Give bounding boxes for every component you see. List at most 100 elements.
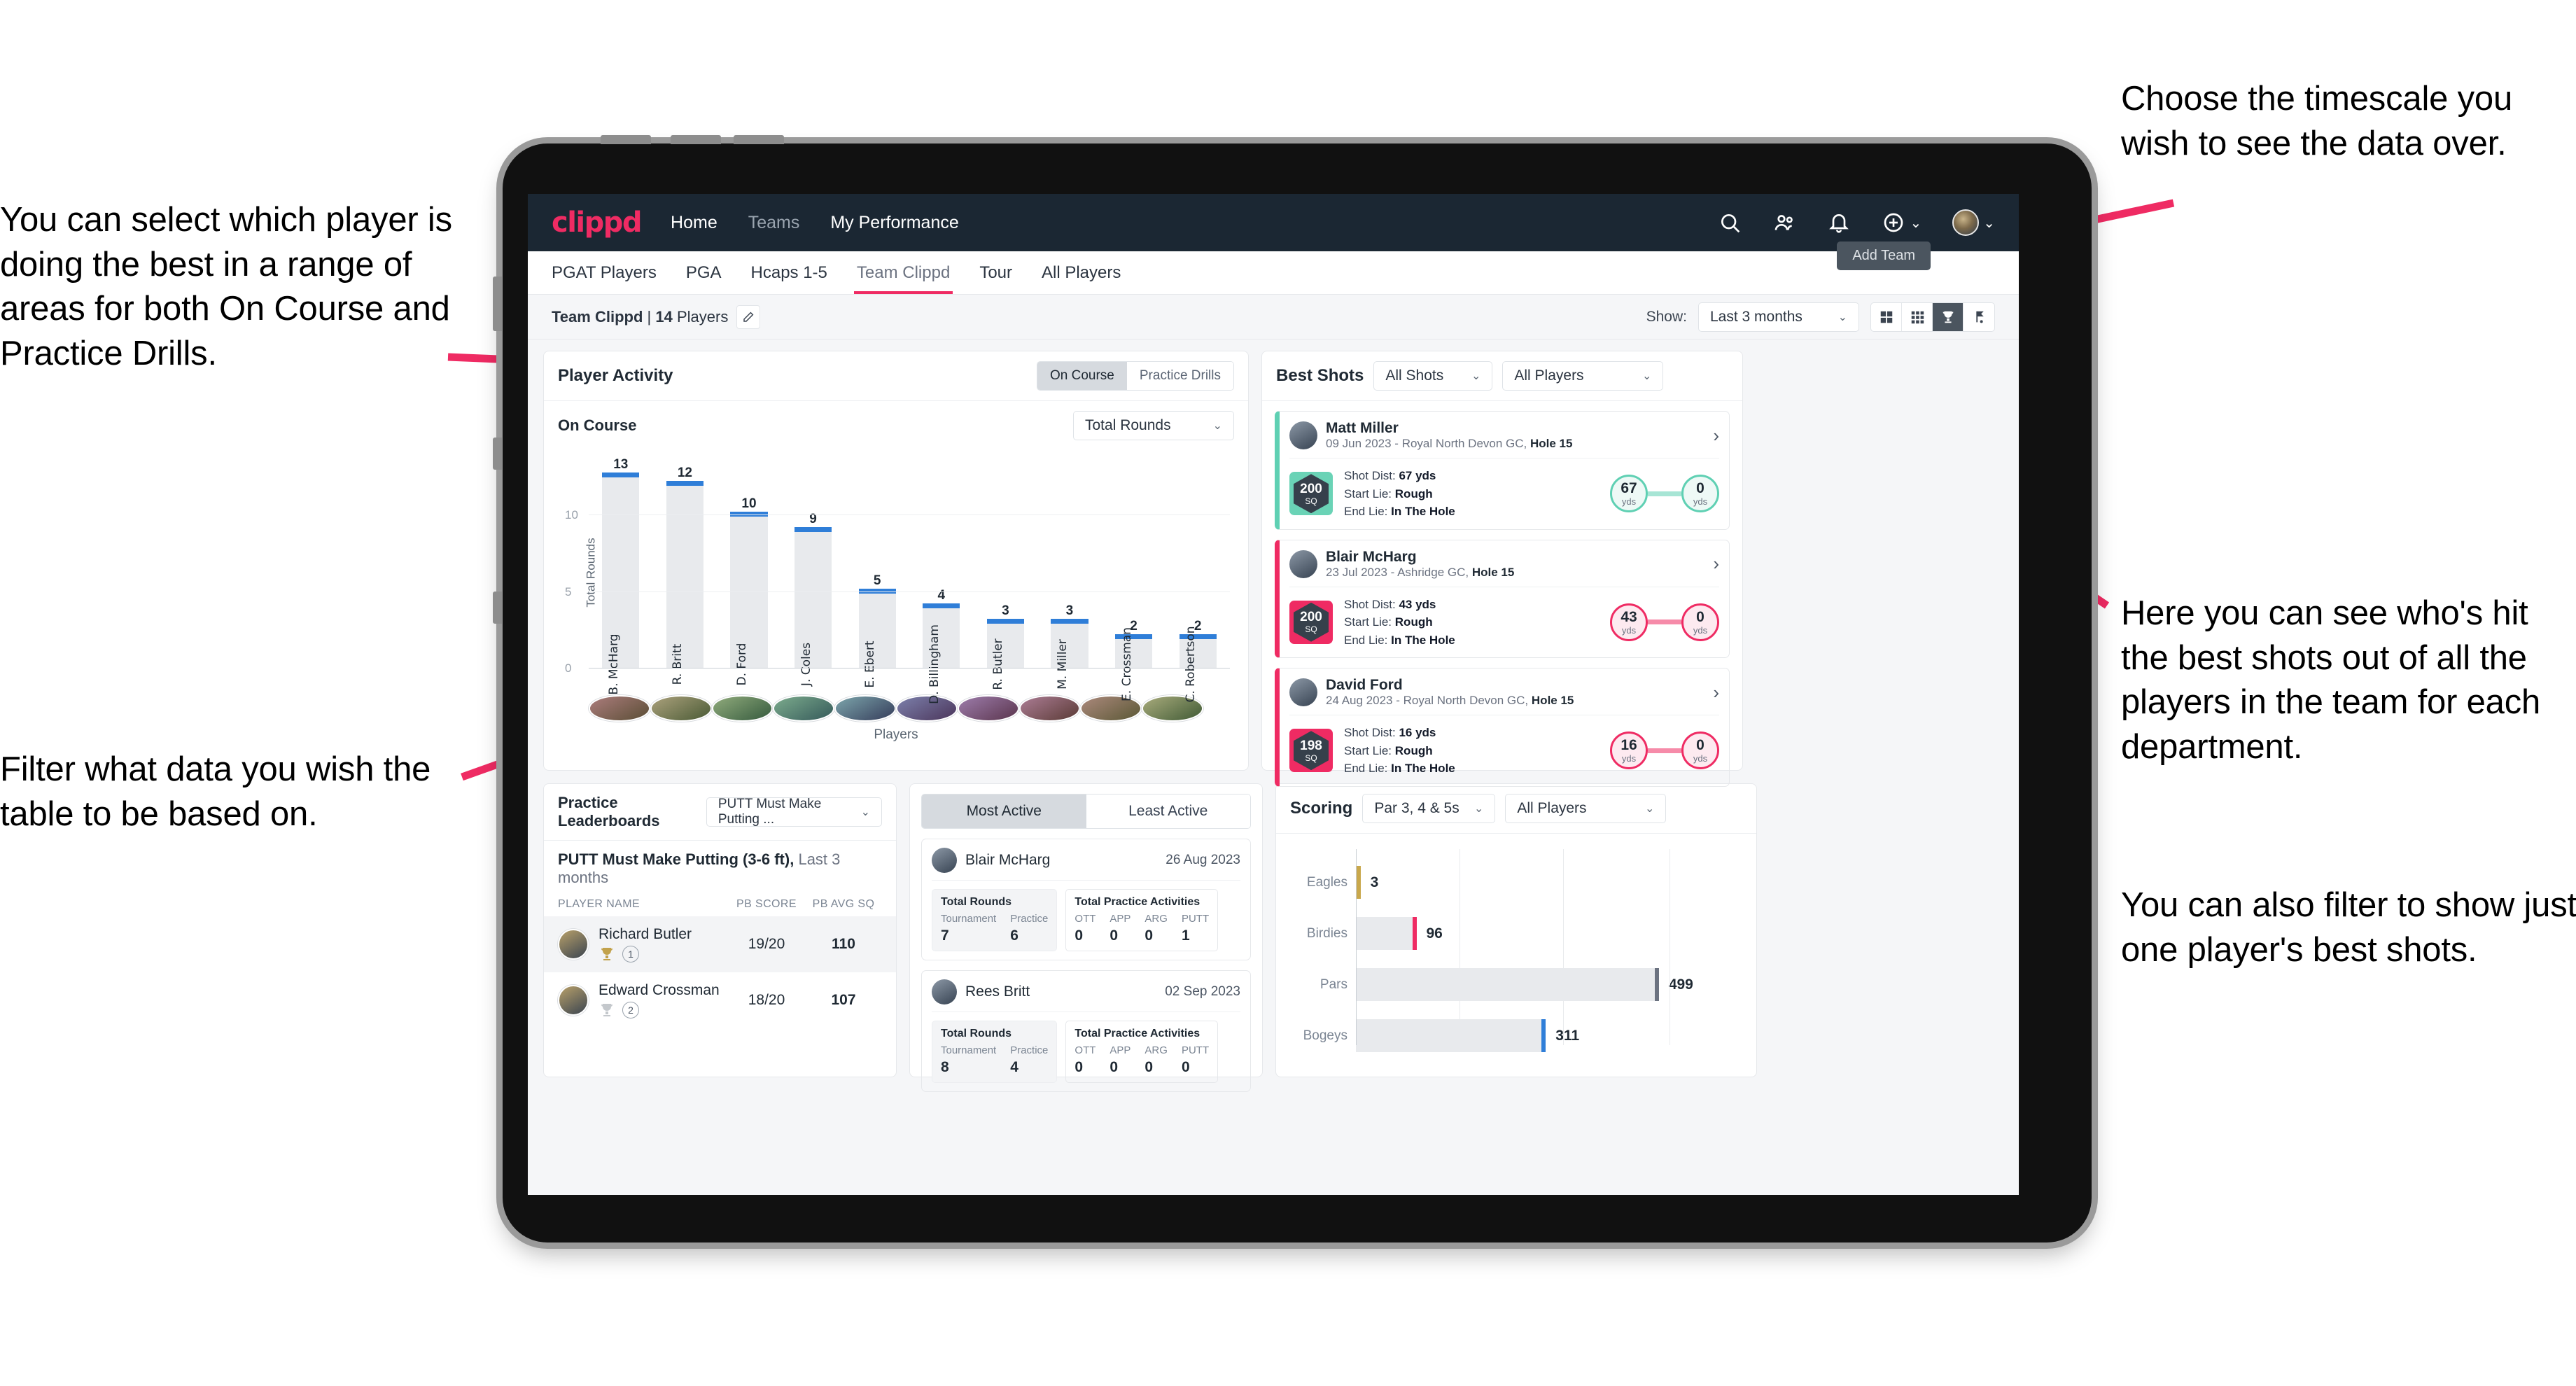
- bar-column[interactable]: 13 B. McHarg: [589, 457, 653, 695]
- pencil-icon[interactable]: [736, 304, 761, 329]
- view-toggle-group: [1870, 302, 1995, 332]
- avatar[interactable]: [1952, 209, 1980, 236]
- player-avatar[interactable]: [589, 695, 650, 722]
- tab-team-clippd[interactable]: Team Clippd: [853, 251, 953, 294]
- bar-column[interactable]: 4 D. Billingham: [909, 457, 974, 704]
- tab-least-active[interactable]: Least Active: [1086, 794, 1250, 828]
- player-avatar[interactable]: [711, 695, 774, 722]
- activity-card[interactable]: Rees Britt 02 Sep 2023 Total Rounds Tournam…: [921, 970, 1251, 1092]
- stat-column: Tournament 7: [941, 913, 997, 944]
- col-pb-avg-sq: PB AVG SQ: [812, 898, 875, 910]
- scoring-title: Scoring: [1290, 799, 1353, 818]
- bar-column[interactable]: 9 J. Coles: [781, 457, 846, 686]
- metric-select[interactable]: Total Rounds ⌄: [1073, 411, 1234, 440]
- shot-distance-diagram: 43 yds 0 yds: [1610, 603, 1719, 641]
- leaderboard-rows: Richard Butler 1 19/20 110 Edward Crossman 2 1…: [544, 916, 896, 1028]
- bar-category-label: J. Coles: [799, 642, 813, 687]
- tab-pgat-players[interactable]: PGAT Players: [552, 251, 657, 294]
- people-icon[interactable]: [1772, 211, 1796, 234]
- best-shot-card[interactable]: Matt Miller 09 Jun 2023 - Royal North Dev…: [1275, 411, 1730, 530]
- metric-select-value: Total Rounds: [1085, 417, 1171, 433]
- tab-most-active[interactable]: Most Active: [922, 794, 1086, 828]
- stat-column: Practice 4: [1010, 1044, 1049, 1075]
- grid-large-icon[interactable]: [1871, 302, 1902, 331]
- bar-column[interactable]: 10 D. Ford: [717, 457, 781, 685]
- clippd-logo[interactable]: clippd: [552, 206, 643, 239]
- y-tick-label: 0: [565, 662, 572, 675]
- chevron-right-icon[interactable]: ›: [1713, 682, 1719, 704]
- chevron-right-icon[interactable]: ›: [1713, 425, 1719, 447]
- player-avatar[interactable]: [957, 695, 1019, 722]
- best-shots-player-filter[interactable]: All Players ⌄: [1502, 361, 1664, 391]
- golf-flag-icon[interactable]: [1963, 303, 1994, 331]
- avatar-chevron-down-icon[interactable]: ⌄: [1983, 214, 1995, 232]
- avatar-cell: [957, 695, 1019, 722]
- tablet-frame: clippd Home Teams My Performance ⌄ ⌄ PGA…: [493, 135, 2092, 1242]
- best-shot-card[interactable]: Blair McHarg 23 Jul 2023 - Ashridge GC, H…: [1275, 539, 1730, 658]
- nav-my-performance[interactable]: My Performance: [830, 213, 958, 233]
- nav-home[interactable]: Home: [671, 213, 718, 233]
- leaderboard-player: Richard Butler 1: [558, 926, 728, 962]
- best-shots-shot-filter[interactable]: All Shots ⌄: [1373, 361, 1493, 391]
- player-activity-subhead: On Course Total Rounds ⌄: [544, 401, 1248, 440]
- nav-teams[interactable]: Teams: [748, 213, 800, 233]
- search-icon[interactable]: [1718, 211, 1742, 234]
- shot-filter-value: All Shots: [1385, 368, 1444, 384]
- grid-small-icon[interactable]: [1902, 302, 1933, 331]
- bar-column[interactable]: 12 R. Britt: [653, 457, 718, 685]
- best-shot-meta: 23 Jul 2023 - Ashridge GC, Hole 15: [1326, 565, 1515, 579]
- best-shot-player-name: David Ford: [1326, 677, 1403, 693]
- app-topbar: clippd Home Teams My Performance ⌄ ⌄: [528, 194, 2019, 251]
- bar-column[interactable]: 5 E. Ebert: [845, 457, 909, 688]
- gridline: [1562, 849, 1564, 1045]
- best-shot-card[interactable]: David Ford 24 Aug 2023 - Royal North Devo…: [1275, 668, 1730, 787]
- scoring-player-filter[interactable]: All Players ⌄: [1505, 794, 1667, 823]
- player-avatar[interactable]: [834, 695, 896, 722]
- segment-on-course[interactable]: On Course: [1037, 362, 1127, 390]
- scoring-header: Scoring Par 3, 4 & 5s ⌄ All Players ⌄: [1276, 784, 1756, 834]
- scoring-par-filter[interactable]: Par 3, 4 & 5s ⌄: [1362, 794, 1496, 823]
- bar-category-label: R. Britt: [671, 643, 685, 685]
- tab-all-players[interactable]: All Players: [1042, 251, 1121, 294]
- scoring-row: Eagles 3: [1292, 866, 1741, 899]
- avatar-cell: [834, 695, 896, 722]
- annotation-right-middle: Here you can see who's hit the best shot…: [2121, 594, 2541, 766]
- tab-tour[interactable]: Tour: [979, 251, 1012, 294]
- trophy-icon[interactable]: [1933, 302, 1963, 331]
- add-team-tooltip[interactable]: Add Team: [1837, 241, 1931, 270]
- player-avatar[interactable]: [650, 695, 712, 722]
- team-players-word: Players: [676, 307, 729, 326]
- tab-pga[interactable]: PGA: [686, 251, 722, 294]
- bar-column[interactable]: 2 C. Robertson: [1166, 457, 1230, 703]
- player-avatar: [558, 929, 589, 960]
- activity-card[interactable]: Blair McHarg 26 Aug 2023 Total Rounds Tourn…: [921, 839, 1251, 960]
- plus-chevron-down-icon[interactable]: ⌄: [1910, 214, 1921, 232]
- col-pb-score: PB SCORE: [736, 898, 797, 910]
- player-avatar[interactable]: [895, 695, 958, 722]
- subheader: Team Clippd | 14 Players Show: Last 3 mo…: [528, 295, 2019, 340]
- tablet-button-top-1: [601, 135, 651, 144]
- bar-column[interactable]: 3 M. Miller: [1037, 457, 1102, 690]
- bar-category-label: D. Ford: [734, 643, 749, 686]
- tab-hcaps-1-5[interactable]: Hcaps 1-5: [751, 251, 827, 294]
- practice-leaderboards-title: Practice Leaderboards: [558, 794, 660, 830]
- table-row[interactable]: Edward Crossman 2 18/20 107: [544, 972, 896, 1028]
- leaderboard-column-headers: PLAYER NAME PB SCORE PB AVG SQ: [544, 887, 896, 916]
- timescale-select[interactable]: Last 3 months ⌄: [1698, 302, 1859, 332]
- player-avatar[interactable]: [773, 695, 835, 722]
- bar-column[interactable]: 2 E. Crossman: [1102, 457, 1166, 701]
- drill-select[interactable]: PUTT Must Make Putting ... ⌄: [706, 797, 882, 827]
- bell-icon[interactable]: [1827, 211, 1851, 234]
- chevron-right-icon[interactable]: ›: [1713, 553, 1719, 575]
- leaderboard-player: Edward Crossman 2: [558, 982, 728, 1018]
- leaderboard-rank: 2: [598, 1002, 720, 1018]
- segment-practice-drills[interactable]: Practice Drills: [1126, 362, 1233, 390]
- hexagon-icon: 198 SQ: [1294, 731, 1329, 771]
- bar-column[interactable]: 3 R. Butler: [974, 457, 1038, 690]
- player-avatar[interactable]: [1018, 695, 1081, 722]
- plus-circle-icon[interactable]: [1882, 211, 1905, 234]
- table-row[interactable]: Richard Butler 1 19/20 110: [544, 916, 896, 972]
- leaderboard-player-info: Edward Crossman 2: [598, 982, 720, 1018]
- activity-segment-control: On Course Practice Drills: [1037, 361, 1234, 391]
- scoring-category-label: Bogeys: [1303, 1028, 1348, 1043]
